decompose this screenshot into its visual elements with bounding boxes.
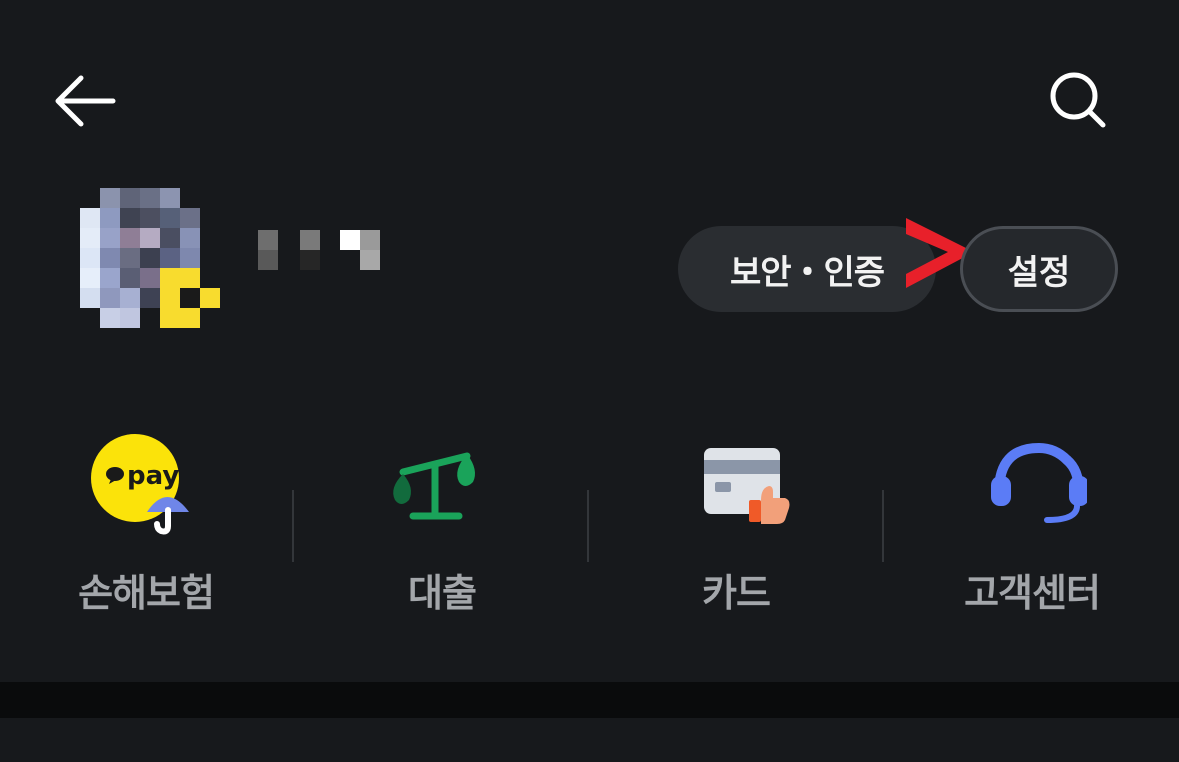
settings-label: 설정 xyxy=(1007,252,1071,293)
menu-divider xyxy=(882,490,884,562)
section-divider xyxy=(0,682,1179,718)
security-auth-label: 보안・인증 xyxy=(729,252,885,293)
scale-icon xyxy=(393,452,475,520)
search-button[interactable] xyxy=(1032,58,1124,144)
menu-label-insurance: 손해보험 xyxy=(78,571,215,615)
menu-item-insurance[interactable]: pay 손해보험 xyxy=(26,430,266,630)
back-button[interactable] xyxy=(40,60,130,142)
menu-item-loan[interactable]: 대출 xyxy=(322,430,562,630)
headset-icon xyxy=(991,442,1087,523)
menu-label-card: 카드 xyxy=(702,571,771,615)
pay-umbrella-icon: pay xyxy=(91,434,189,535)
settings-button[interactable]: 설정 xyxy=(960,226,1118,312)
svg-text:pay: pay xyxy=(127,461,179,491)
menu-divider xyxy=(292,490,294,562)
menu-label-customer-center: 고객센터 xyxy=(964,571,1101,615)
search-icon xyxy=(1050,72,1106,128)
menu-item-card[interactable]: 카드 xyxy=(616,430,856,630)
next-section xyxy=(0,718,1179,762)
avatar[interactable] xyxy=(80,188,220,330)
menu-item-customer-center[interactable]: 고객센터 xyxy=(912,430,1152,630)
arrow-left-icon xyxy=(55,75,116,127)
settings-page: 보안・인증 설정 pay 손해보험 대출 카드 고객센터 xyxy=(0,0,1179,762)
menu-label-loan: 대출 xyxy=(408,571,477,615)
menu-divider xyxy=(587,490,589,562)
profile-name-redacted xyxy=(258,228,382,270)
card-icon xyxy=(704,448,790,524)
